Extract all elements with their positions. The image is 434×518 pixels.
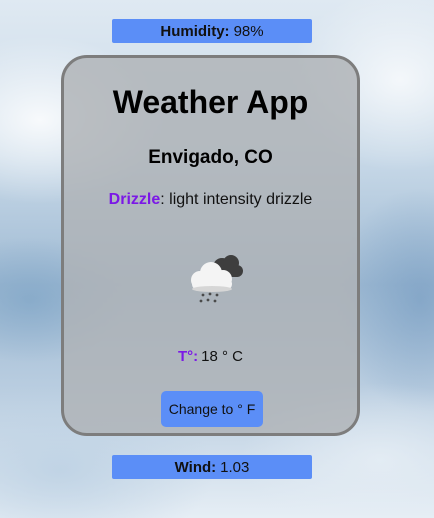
humidity-badge: Humidity: 98% <box>112 19 312 43</box>
app-title: Weather App <box>112 84 309 120</box>
wind-value: 1.03 <box>220 458 250 476</box>
weather-detail: light intensity drizzle <box>164 191 313 208</box>
humidity-label: Humidity: <box>160 22 230 40</box>
rain-drops-icon <box>199 292 219 303</box>
temperature-label: T°: <box>177 348 199 365</box>
wind-badge: Wind: 1.03 <box>112 455 312 479</box>
temperature-value: 18 ° C <box>201 348 243 365</box>
humidity-value: 98% <box>233 22 264 40</box>
weather-description: Drizzle: light intensity drizzle <box>64 191 357 209</box>
temperature-readout: T°: 18 ° C <box>64 348 357 365</box>
drizzle-cloud-icon <box>182 246 248 306</box>
city-name: Envigado, CO <box>148 147 273 168</box>
weather-card: Weather App Envigado, CO Drizzle: light … <box>61 55 360 436</box>
weather-main-condition: Drizzle <box>108 191 161 208</box>
wind-label: Wind: <box>174 458 217 476</box>
change-unit-button[interactable]: Change to ° F <box>161 391 263 427</box>
